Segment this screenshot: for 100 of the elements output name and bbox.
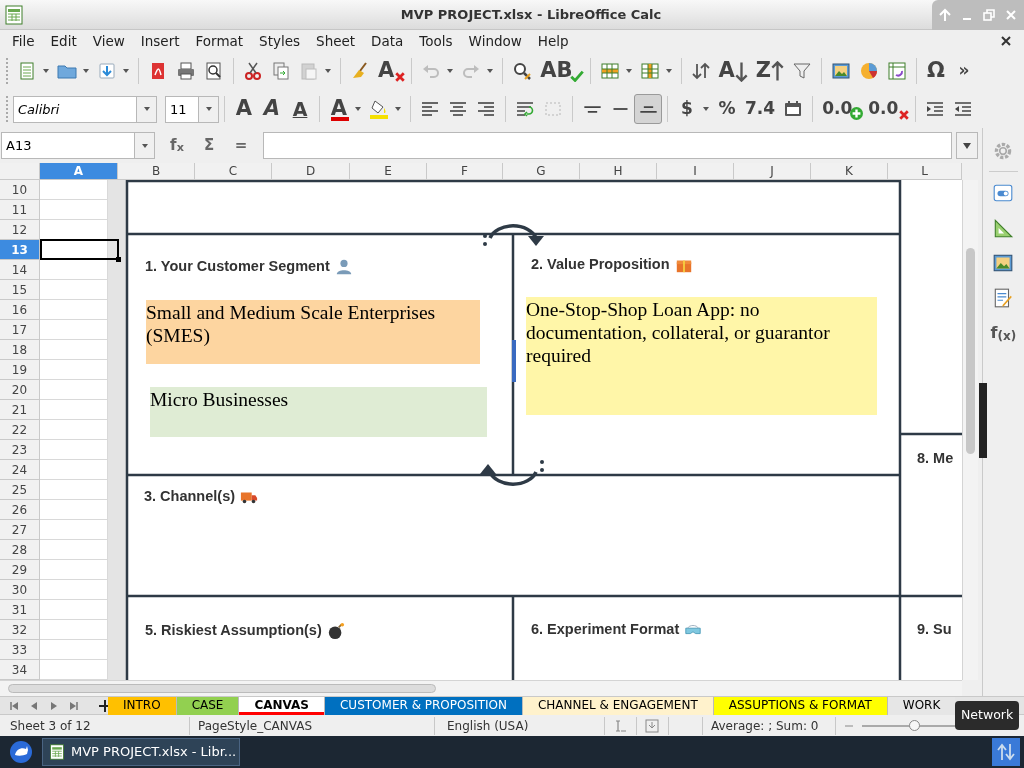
spelling-button[interactable]: AB [536,56,585,86]
sheet-tab[interactable]: CHANNEL & ENGAGEMENT [522,696,714,715]
row-header[interactable]: 32 [0,620,40,640]
row-header[interactable]: 31 [0,600,40,620]
close-button[interactable] [1004,7,1018,22]
row-header[interactable]: 18 [0,340,40,360]
row-header[interactable]: 16 [0,300,40,320]
row-header[interactable]: 30 [0,580,40,600]
clear-formatting-button[interactable]: A [374,56,407,86]
spreadsheet-cell[interactable] [40,520,108,540]
close-document-icon[interactable] [1000,35,1012,47]
formula-input[interactable] [263,132,952,159]
currency-button[interactable]: $ [673,94,701,124]
row-header[interactable]: 20 [0,380,40,400]
spreadsheet-cell[interactable] [40,500,108,520]
sort-ascending-button[interactable]: A [714,56,752,86]
column-header[interactable]: H [580,163,657,180]
menu-item[interactable]: Data [363,30,412,52]
row-header[interactable]: 21 [0,400,40,420]
caret-icon[interactable] [42,67,50,75]
menu-item[interactable]: View [84,30,133,52]
spreadsheet-cell[interactable] [40,480,108,500]
row-header[interactable]: 22 [0,420,40,440]
cell-cursor[interactable] [40,239,119,260]
spreadsheet-cell[interactable] [40,220,108,240]
column-header[interactable]: J [734,163,811,180]
start-menu-button[interactable] [9,740,33,764]
caret-icon[interactable] [122,67,130,75]
font-color-button[interactable]: A [325,94,353,124]
expand-formula-button[interactable] [956,132,978,159]
row-header[interactable]: 14 [0,260,40,280]
menu-item[interactable]: Format [187,30,252,52]
font-size-field[interactable]: 11 [165,95,199,123]
spreadsheet-cell[interactable] [40,580,108,600]
scrollbar-thumb[interactable] [8,684,436,693]
spreadsheet-cell[interactable] [40,560,108,580]
restore-button[interactable] [982,7,996,22]
taskbar-button[interactable]: MVP PROJECT.xlsx - Libr... [42,738,240,766]
row-header[interactable]: 17 [0,320,40,340]
row-header[interactable]: 33 [0,640,40,660]
font-name-dropdown[interactable] [137,95,157,123]
row-header[interactable]: 26 [0,500,40,520]
spreadsheet-cell[interactable] [40,660,108,680]
spreadsheet-cell[interactable] [40,420,108,440]
menu-item[interactable]: Sheet [308,30,364,52]
caret-icon[interactable] [624,67,633,75]
spreadsheet-cell[interactable] [40,400,108,420]
spreadsheet-cell[interactable] [40,300,108,320]
sheet-tab[interactable]: CUSTOMER & PROPOSITION [325,696,523,715]
menu-item[interactable]: Tools [411,30,461,52]
spreadsheet-cell[interactable] [40,540,108,560]
language[interactable]: English (USA) [447,718,529,733]
spreadsheet-cell[interactable] [40,380,108,400]
column-header[interactable]: E [350,163,427,180]
row-header[interactable]: 23 [0,440,40,460]
spreadsheet-cell[interactable] [40,340,108,360]
spreadsheet-cell[interactable] [40,440,108,460]
column-header[interactable]: K [811,163,888,180]
spreadsheet-cell[interactable] [40,620,108,640]
spreadsheet-cell[interactable] [40,640,108,660]
column-header[interactable]: C [195,163,272,180]
caret-icon[interactable] [702,105,710,113]
spreadsheet-cell[interactable] [40,200,108,220]
row-header[interactable]: 15 [0,280,40,300]
sheet-tab[interactable]: ASSUPTIONS & FORMAT [713,696,888,715]
column-header[interactable]: G [503,163,580,180]
caret-icon[interactable] [394,105,402,113]
sheet-tab[interactable]: CANVAS [239,696,325,715]
underline-button[interactable]: A [286,94,314,124]
sidebar-toggle[interactable] [979,383,987,458]
row-header[interactable]: 25 [0,480,40,500]
spreadsheet-cell[interactable] [40,180,108,200]
menu-item[interactable]: Styles [251,30,309,52]
row-header[interactable]: 28 [0,540,40,560]
font-name-field[interactable]: Calibri [13,95,137,123]
spreadsheet-cell[interactable] [40,360,108,380]
name-box[interactable]: A13 [1,132,135,159]
font-size-dropdown[interactable] [199,95,219,123]
column-header[interactable]: I [657,163,734,180]
network-icon[interactable] [992,738,1020,766]
menu-item[interactable]: File [4,30,43,52]
special-character-button[interactable]: Ω [922,56,951,86]
percent-button[interactable]: % [713,94,741,124]
spreadsheet-cell[interactable] [40,600,108,620]
column-header[interactable]: L [888,163,962,180]
row-header[interactable]: 13 [0,240,40,260]
more-button[interactable]: » [950,56,979,86]
sheet-tab[interactable]: CASE [176,696,240,715]
scrollbar-thumb[interactable] [966,248,975,454]
first-sheet-button[interactable] [8,699,20,712]
sheet-tab[interactable]: INTRO [108,696,177,715]
formula-button[interactable]: = [227,130,255,161]
column-header[interactable]: F [427,163,503,180]
spreadsheet-cell[interactable] [40,260,108,280]
caret-icon[interactable] [664,67,673,75]
zoom-slider-thumb[interactable] [909,719,920,731]
function-wizard-button[interactable]: f$_{x}$ [163,130,191,161]
italic-button[interactable]: A [258,94,286,124]
number-format-button[interactable]: 7.4 [741,94,780,124]
last-sheet-button[interactable] [68,699,80,712]
